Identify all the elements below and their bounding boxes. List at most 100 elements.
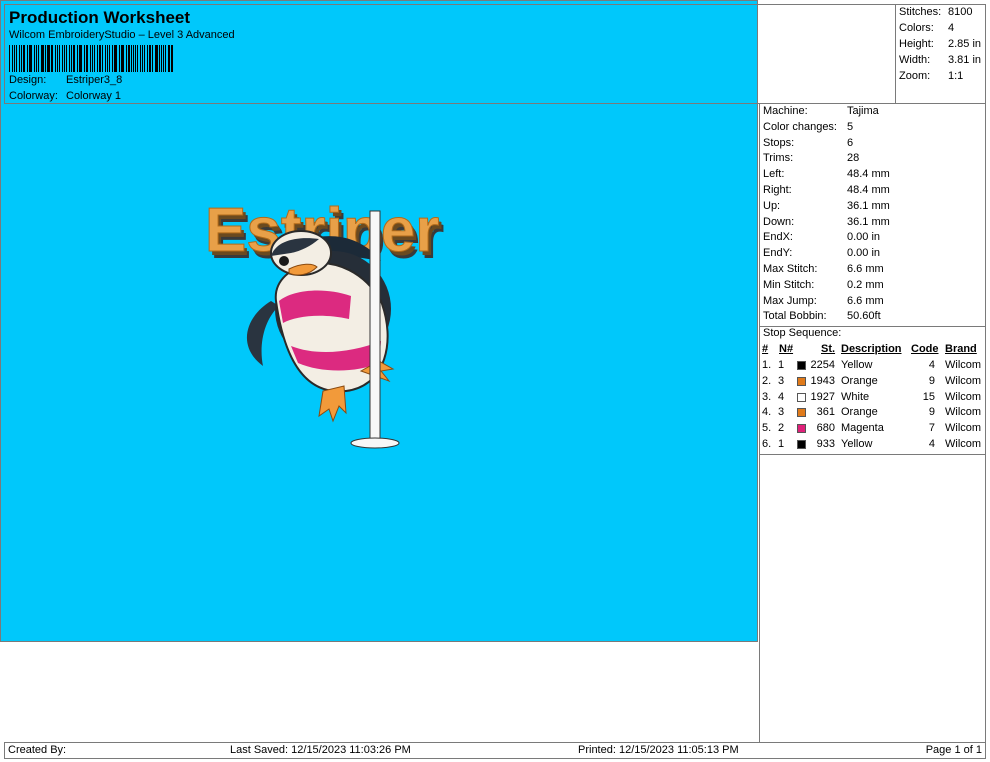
barcode-bar	[94, 45, 95, 72]
created-by: Created By:	[8, 744, 67, 756]
barcode-bar	[33, 45, 36, 72]
barcode-bar	[57, 45, 59, 72]
info-label: Machine:	[763, 105, 808, 117]
design-value: Estriper3_8	[66, 74, 123, 86]
info-value: 50.60ft	[847, 310, 881, 323]
color-swatch	[797, 424, 806, 434]
info-label: Left:	[763, 168, 785, 181]
barcode-bar	[37, 45, 39, 72]
stop-brand: Wilcom	[945, 374, 982, 387]
stop-num: 4.	[762, 406, 772, 419]
info-value: 48.4 mm	[847, 184, 890, 196]
barcode-bar	[108, 45, 111, 72]
stop-code: 15	[922, 390, 935, 403]
stop-description: White	[841, 390, 870, 403]
stat-row: Height: 2.85 in	[899, 38, 985, 50]
info-label: Min Stitch:	[763, 278, 815, 291]
barcode-bar	[22, 45, 25, 72]
stop-description: Orange	[841, 374, 878, 387]
stop-row: 3. 4 1927 White 15 Wilcom	[762, 391, 986, 406]
barcode-bar	[141, 45, 143, 72]
stop-st: 680	[816, 422, 835, 435]
col-description-header: Description	[841, 343, 902, 355]
col-brand-header: Brand	[945, 343, 977, 355]
stop-description: Yellow	[841, 438, 873, 450]
stop-st: 1927	[810, 390, 835, 403]
info-row: Min Stitch: 0.2 mm	[763, 279, 985, 294]
barcode-bar	[9, 45, 11, 72]
info-label: Right:	[763, 184, 792, 196]
page-number: Page 1 of 1	[925, 744, 982, 756]
barcode-bar	[21, 45, 22, 72]
barcode-bar	[47, 45, 50, 72]
barcode-bar	[12, 45, 14, 72]
stop-code: 9	[928, 406, 935, 419]
info-value: 6.6 mm	[847, 294, 884, 307]
info-label: Stops:	[763, 136, 795, 149]
barcode-bar	[147, 45, 148, 72]
stop-row: 5. 2 680 Magenta 7 Wilcom	[762, 422, 986, 437]
stat-label: Height:	[899, 38, 934, 50]
info-value: 28	[847, 152, 860, 165]
color-swatch	[797, 361, 806, 370]
barcode-bar	[26, 45, 28, 72]
stat-row: Zoom: 1:1	[899, 70, 985, 82]
barcode-bar	[61, 45, 63, 72]
stat-value: 1:1	[948, 70, 964, 82]
barcode-bar	[40, 45, 42, 72]
info-row: EndY: 0.00 in	[763, 247, 985, 262]
barcode-bar	[78, 45, 80, 72]
machine-info-panel: Machine: Tajima Color changes: 5 Stops: 6 Trim…	[759, 103, 986, 743]
barcode-bar	[130, 45, 132, 72]
barcode-bar	[164, 45, 167, 72]
barcode-bar	[133, 45, 135, 72]
colorway-value: Colorway 1	[66, 90, 122, 102]
stop-code: 9	[928, 374, 935, 387]
info-row: Down: 36.1 mm	[763, 216, 985, 231]
stop-brand: Wilcom	[945, 390, 982, 403]
barcode-bar	[126, 45, 128, 72]
info-row: Total Bobbin: 50.60ft	[763, 310, 985, 325]
stop-row: 1. 1 2254 Yellow 4 Wilcom	[762, 359, 986, 374]
barcode-bar	[143, 45, 146, 72]
barcode-bar	[59, 45, 60, 72]
barcode-bar	[15, 45, 18, 72]
barcode-bar	[30, 45, 32, 72]
col-n-header: N#	[779, 343, 794, 355]
stat-value: 8100	[948, 6, 973, 18]
col-code-header: Code	[911, 343, 939, 355]
stop-sequence-header: # N# St. Description Code Brand	[762, 343, 986, 358]
info-row: Up: 36.1 mm	[763, 200, 985, 215]
barcode-bar	[28, 45, 30, 72]
barcode-bar	[163, 45, 164, 72]
info-label: Down:	[763, 215, 795, 228]
stats-box: Stitches: 8100 Colors: 4 Height: 2.85 in Wi…	[895, 4, 986, 104]
penguin-flipper	[246, 301, 279, 366]
barcode-bar	[148, 45, 151, 72]
stop-sequence-label: Stop Sequence:	[763, 327, 842, 339]
stop-description: Orange	[841, 406, 878, 419]
barcode-bar	[115, 45, 117, 72]
barcode-bar	[168, 45, 170, 72]
col-num-header: #	[762, 343, 769, 355]
barcode-bar	[44, 45, 46, 72]
barcode-bar	[156, 45, 158, 72]
info-label: Max Jump:	[763, 294, 817, 307]
barcode-bar	[118, 45, 120, 72]
barcode-bar	[99, 45, 102, 72]
worksheet-footer: Created By: Last Saved: 12/15/2023 11:03…	[4, 742, 986, 759]
barcode	[9, 45, 175, 72]
last-saved: Last Saved: 12/15/2023 11:03:26 PM	[230, 744, 411, 756]
stat-value: 2.85 in	[948, 38, 982, 50]
barcode-bar	[102, 45, 104, 72]
stat-row: Width: 3.81 in	[899, 54, 985, 66]
info-row: Color changes: 5	[763, 121, 985, 136]
color-swatch	[797, 392, 806, 402]
stat-value: 4	[948, 22, 955, 34]
stop-row: 4. 3 361 Orange 9 Wilcom	[762, 406, 986, 421]
barcode-bar	[42, 45, 44, 72]
color-swatch	[797, 376, 806, 386]
stat-value: 3.81 in	[948, 54, 982, 66]
barcode-bar	[19, 45, 20, 72]
info-row: EndX: 0.00 in	[763, 231, 985, 246]
